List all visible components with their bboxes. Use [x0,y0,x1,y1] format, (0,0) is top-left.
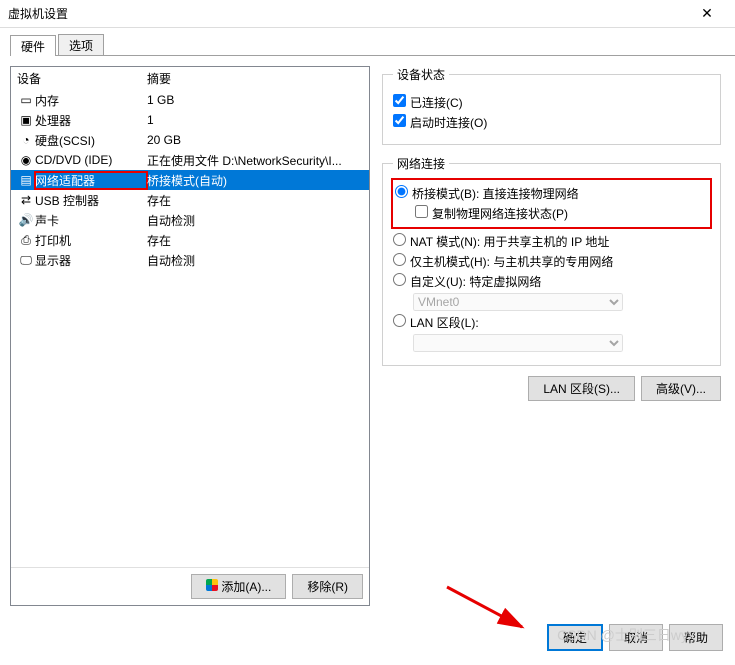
ok-button[interactable]: 确定 [547,624,603,651]
lan-segment-select[interactable] [413,334,623,352]
netconn-legend: 网络连接 [393,155,449,172]
device-name: 硬盘(SCSI) [35,132,147,149]
device-name: USB 控制器 [35,192,147,209]
custom-network-select[interactable]: VMnet0 [413,293,623,311]
device-name: 打印机 [35,232,147,249]
hardware-row-usb[interactable]: ⇄USB 控制器存在 [11,190,369,210]
bridged-radio-label[interactable]: 桥接模式(B): 直接连接物理网络 [395,185,579,202]
col-device: 设备 [17,70,147,87]
connected-checkbox[interactable] [393,94,406,107]
device-summary: 20 GB [147,133,363,147]
hardware-row-display[interactable]: 🖵显示器自动检测 [11,250,369,270]
device-summary: 正在使用文件 D:\NetworkSecurity\I... [147,152,363,169]
device-name: 显示器 [35,252,147,269]
device-status-group: 设备状态 已连接(C) 启动时连接(O) [382,66,721,145]
device-name: CD/DVD (IDE) [35,153,147,167]
hostonly-radio-label[interactable]: 仅主机模式(H): 与主机共享的专用网络 [393,253,613,270]
list-header: 设备 摘要 [11,67,369,90]
hardware-row-printer[interactable]: ⎙打印机存在 [11,230,369,250]
hardware-row-cpu[interactable]: ▣处理器1 [11,110,369,130]
disk-icon: ◔ [17,133,35,147]
close-icon: ✕ [701,5,713,22]
hostonly-radio[interactable] [393,253,406,266]
cpu-icon: ▣ [17,113,35,127]
device-summary: 1 [147,113,363,127]
network-connection-group: 网络连接 桥接模式(B): 直接连接物理网络 复制物理网络连接状态(P) NAT… [382,155,721,366]
display-icon: 🖵 [17,253,35,268]
status-legend: 设备状态 [393,66,449,83]
help-button[interactable]: 帮助 [669,624,723,651]
hardware-list[interactable]: 设备 摘要 ▭内存1 GB▣处理器1◔硬盘(SCSI)20 GB◉CD/DVD … [11,67,369,567]
tab-hardware[interactable]: 硬件 [10,35,56,56]
device-name: 处理器 [35,112,147,129]
window-title: 虚拟机设置 [8,5,68,22]
connect-on-start-label[interactable]: 启动时连接(O) [393,114,487,131]
tabstrip: 硬件 选项 [10,34,735,56]
tab-options[interactable]: 选项 [58,34,104,55]
custom-radio[interactable] [393,273,406,286]
memory-icon: ▭ [17,93,35,107]
device-summary: 自动检测 [147,212,363,229]
nat-radio-label[interactable]: NAT 模式(N): 用于共享主机的 IP 地址 [393,233,609,250]
cd-icon: ◉ [17,153,35,167]
hardware-row-net[interactable]: ▤网络适配器桥接模式(自动) [11,170,369,190]
shield-icon [206,579,218,591]
device-name: 声卡 [35,212,147,229]
hardware-row-disk[interactable]: ◔硬盘(SCSI)20 GB [11,130,369,150]
close-button[interactable]: ✕ [687,2,727,26]
bridged-highlight: 桥接模式(B): 直接连接物理网络 复制物理网络连接状态(P) [391,178,712,229]
device-summary: 桥接模式(自动) [147,172,363,189]
hardware-panel: 设备 摘要 ▭内存1 GB▣处理器1◔硬盘(SCSI)20 GB◉CD/DVD … [10,66,370,606]
col-summary: 摘要 [147,70,171,87]
replicate-checkbox[interactable] [415,205,428,218]
nat-radio[interactable] [393,233,406,246]
usb-icon: ⇄ [17,193,35,207]
custom-radio-label[interactable]: 自定义(U): 特定虚拟网络 [393,273,541,290]
net-icon: ▤ [17,173,35,187]
cancel-button[interactable]: 取消 [609,624,663,651]
bridged-radio[interactable] [395,185,408,198]
hardware-row-cd[interactable]: ◉CD/DVD (IDE)正在使用文件 D:\NetworkSecurity\I… [11,150,369,170]
remove-button[interactable]: 移除(R) [292,574,363,599]
device-name: 网络适配器 [35,172,147,189]
lan-segments-button[interactable]: LAN 区段(S)... [528,376,635,401]
sound-icon: 🔊 [17,213,35,227]
device-summary: 1 GB [147,93,363,107]
printer-icon: ⎙ [17,233,35,248]
lan-radio-label[interactable]: LAN 区段(L): [393,314,479,331]
device-name: 内存 [35,92,147,109]
connected-checkbox-label[interactable]: 已连接(C) [393,94,463,111]
replicate-checkbox-label[interactable]: 复制物理网络连接状态(P) [415,205,568,222]
device-summary: 存在 [147,192,363,209]
advanced-button[interactable]: 高级(V)... [641,376,721,401]
add-button[interactable]: 添加(A)... [191,574,286,599]
hardware-row-sound[interactable]: 🔊声卡自动检测 [11,210,369,230]
device-summary: 自动检测 [147,252,363,269]
connect-on-start-checkbox[interactable] [393,114,406,127]
device-summary: 存在 [147,232,363,249]
lan-radio[interactable] [393,314,406,327]
hardware-row-memory[interactable]: ▭内存1 GB [11,90,369,110]
